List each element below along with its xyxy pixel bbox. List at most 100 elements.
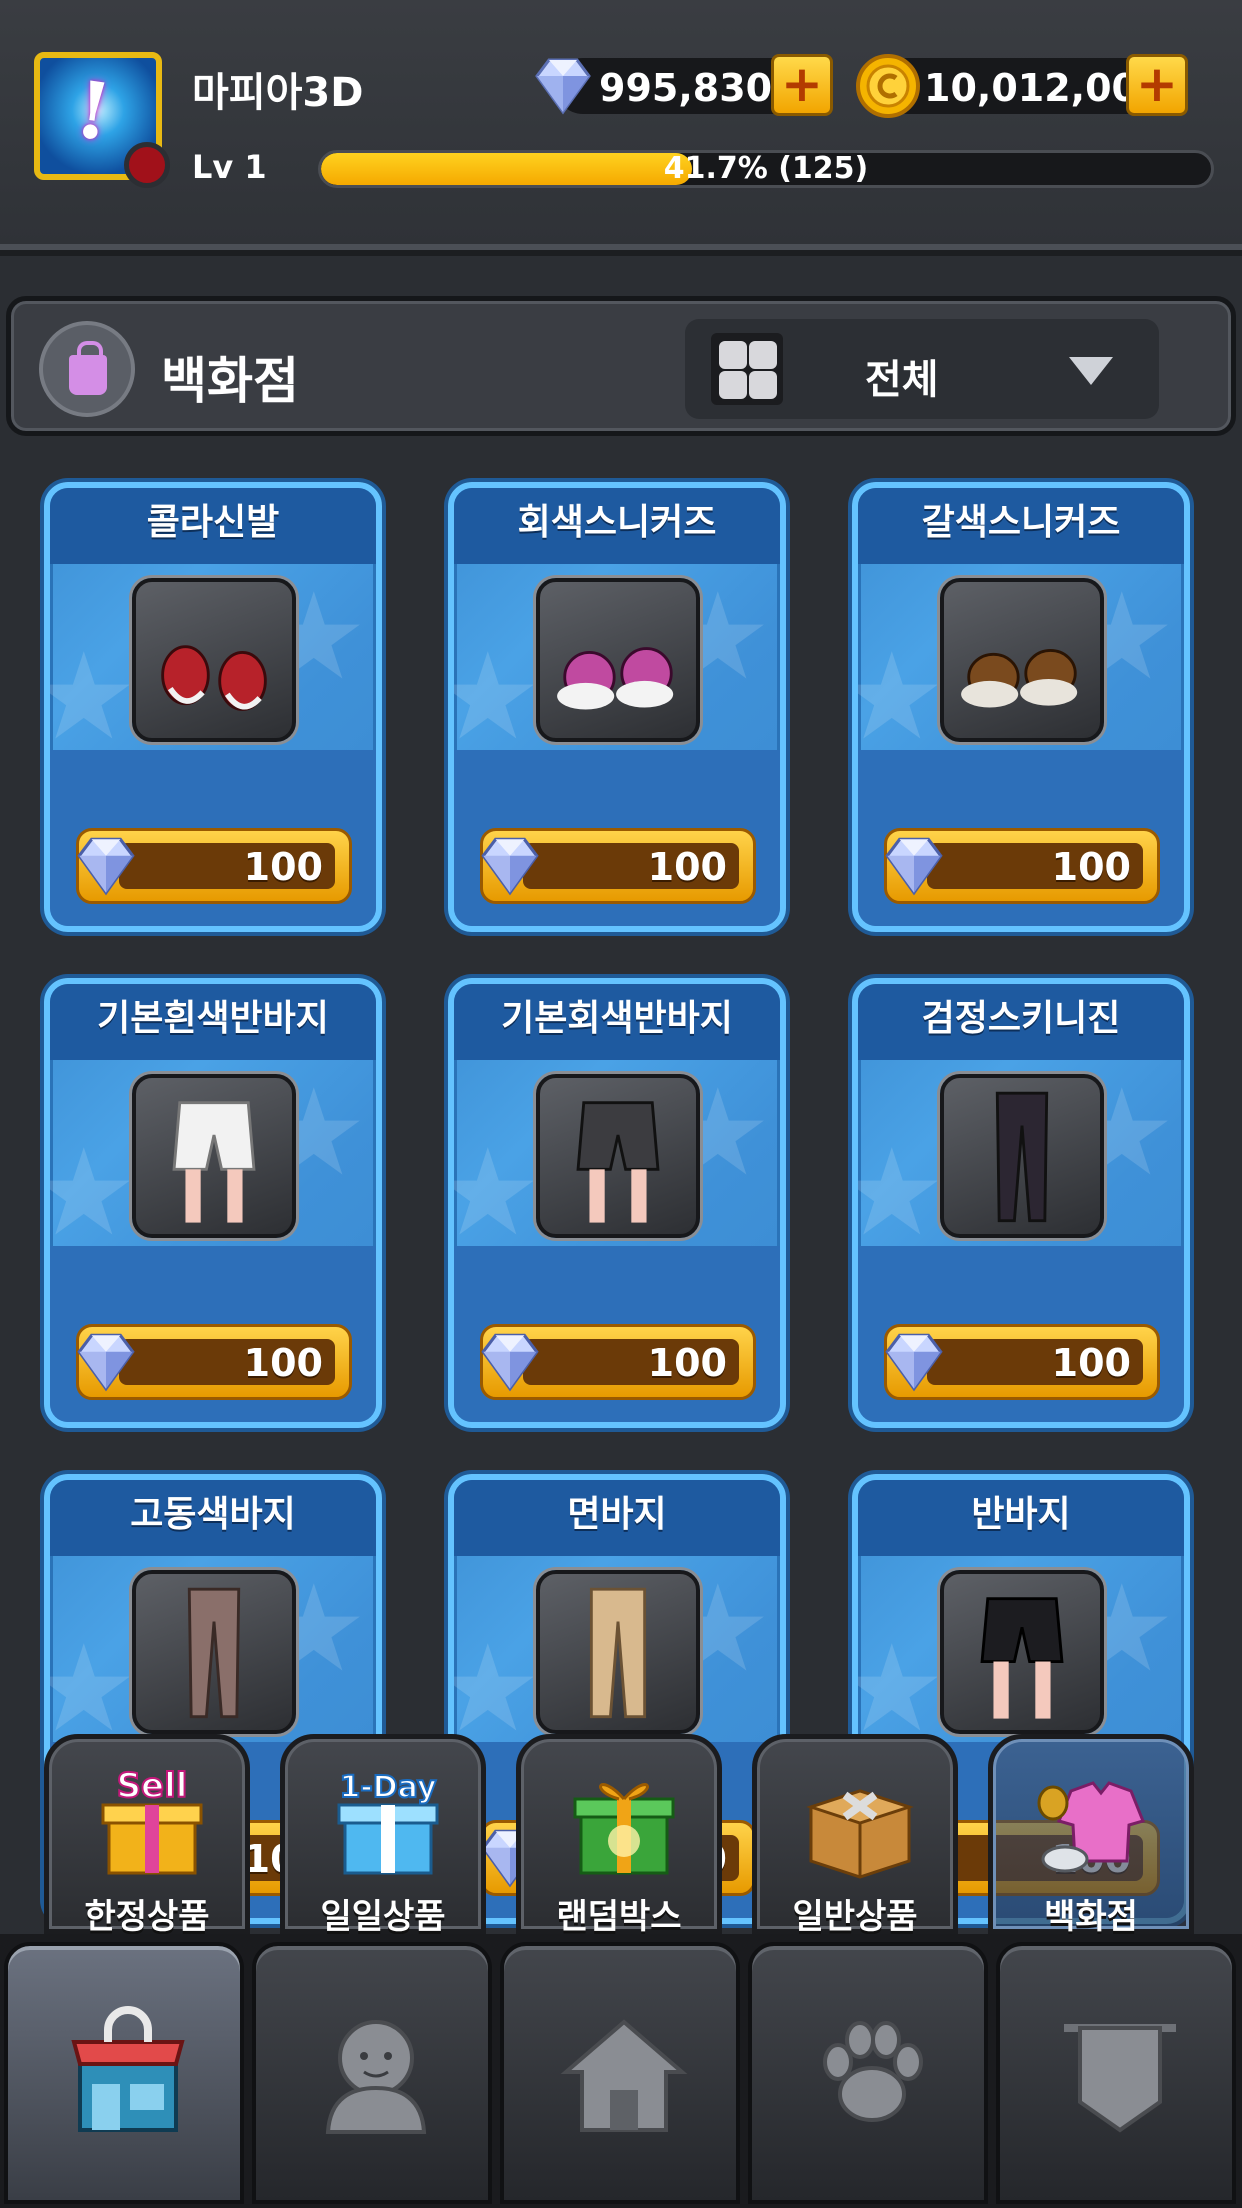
nav-tab-character[interactable] [252,1942,492,2204]
item-grid: ★ ★ 콜라신발 100 ★ ★ 회색스니커즈 100 ★ ★ 갈색스니커즈 100 ★ ★ 기본흰색반바지… [0,470,1242,1950]
exclamation-icon: ! [69,64,117,159]
guild-banner-icon [1064,2024,1176,2133]
category-label: 일반상품 [792,1897,918,1937]
category-label: 랜덤박스 [556,1897,682,1937]
item-name: 콜라신발 [50,488,376,564]
filter-selected-value: 전체 [865,357,939,403]
cardboard-box-icon [806,1789,914,1879]
item-thumbnail [940,1570,1104,1734]
random-gift-box-icon [573,1783,675,1875]
item-price: 100 [243,1341,323,1385]
star-decoration-icon: ★ [50,638,138,758]
notification-dot [124,142,170,188]
black-shorts-icon [980,1597,1064,1719]
diamond-icon [77,837,135,896]
item-name: 갈색스니커즈 [858,488,1184,564]
diamond-icon [481,837,539,896]
diamond-icon [535,58,591,115]
section-title: 백화점 [161,352,299,410]
shop-item-card[interactable]: ★★회색스니커즈100 [448,482,786,932]
star-decoration-icon: ★ [858,638,946,758]
item-name: 회색스니커즈 [454,488,780,564]
grid-view-icon [711,333,783,405]
brown-pants-icon [187,1587,241,1719]
nav-tab-shop[interactable] [4,1942,244,2204]
star-decoration-icon: ★ [50,1134,138,1254]
gem-balance: 995,830 + [535,54,833,116]
pink-sneakers-icon [557,647,674,710]
shop-item-card[interactable]: ★★기본회색반바지100 [448,978,786,1428]
star-decoration-icon: ★ [454,1630,542,1750]
item-thumbnail [940,1074,1104,1238]
category-department-store-button[interactable]: 백화점 [988,1734,1194,1937]
shop-item-card[interactable]: ★★갈색스니커즈100 [852,482,1190,932]
one-day-box-icon: 1-Day [337,1769,439,1875]
character-icon [325,2020,427,2134]
category-filter-dropdown[interactable]: 전체 [685,319,1159,419]
svg-text:Sell: Sell [117,1766,188,1806]
xp-progress-bar: 41.7% (125) [318,150,1214,188]
item-name: 반바지 [858,1480,1184,1556]
category-label: 백화점 [1044,1897,1138,1937]
bottom-navigation [0,1934,1242,2208]
item-thumbnail [536,1570,700,1734]
nav-tab-guild[interactable] [996,1942,1236,2204]
category-random-box-button[interactable]: 랜덤박스 [516,1734,722,1937]
item-price: 100 [243,845,323,889]
item-name: 면바지 [454,1480,780,1556]
shop-item-card[interactable]: ★★검정스키니진100 [852,978,1190,1428]
brown-sneakers-icon [961,649,1078,708]
category-label: 한정상품 [84,1897,210,1937]
profile-avatar[interactable]: ! [34,52,170,188]
xp-progress-text: 41.7% (125) [663,151,869,186]
shop-item-card[interactable]: ★★콜라신발100 [44,482,382,932]
black-skinny-jeans-icon [995,1091,1049,1223]
nav-tab-home[interactable] [500,1942,740,2204]
item-name: 기본회색반바지 [454,984,780,1060]
category-general-button[interactable]: 일반상품 [752,1734,958,1937]
add-gems-button[interactable]: + [771,54,833,116]
category-label: 일일상품 [320,1897,446,1937]
diamond-icon [481,1333,539,1392]
buy-price-button[interactable]: 100 [480,1324,756,1400]
star-decoration-icon: ★ [50,1630,138,1750]
white-shorts-icon [172,1101,256,1223]
buy-price-button[interactable]: 100 [76,1324,352,1400]
gray-shorts-icon [576,1101,660,1223]
diamond-icon [885,837,943,896]
add-gold-button[interactable]: + [1126,54,1188,116]
item-thumbnail [132,578,296,742]
cotton-pants-icon [589,1587,647,1719]
item-price: 100 [1051,845,1131,889]
player-level: Lv 1 [192,148,267,186]
category-daily-button[interactable]: 1-Day 일일상품 [280,1734,486,1937]
shop-icon [71,2006,185,2132]
item-thumbnail [940,578,1104,742]
nav-tab-pet[interactable] [748,1942,988,2204]
item-price: 100 [647,845,727,889]
gold-balance: 10,012,000 + [856,54,1188,118]
buy-price-button[interactable]: 100 [884,1324,1160,1400]
item-name: 기본흰색반바지 [50,984,376,1060]
player-name: 마피아3D [192,70,364,116]
category-limited-button[interactable]: Sell 한정상품 [44,1734,250,1937]
buy-price-button[interactable]: 100 [480,828,756,904]
clothes-and-shoes-icon [1037,1781,1146,1873]
chevron-down-icon [1069,357,1113,385]
gold-coin-icon [856,54,920,118]
shop-item-card[interactable]: ★★기본흰색반바지100 [44,978,382,1428]
star-decoration-icon: ★ [454,638,542,758]
pet-paw-icon [823,2021,923,2122]
star-decoration-icon: ★ [858,1630,946,1750]
home-icon [560,2019,688,2132]
buy-price-button[interactable]: 100 [76,828,352,904]
top-status-bar: ! 마피아3D Lv 1 41.7% (125) 995,830 + 10,01… [0,0,1242,250]
diamond-icon [885,1333,943,1392]
star-decoration-icon: ★ [454,1134,542,1254]
gem-amount: 995,830 [599,66,773,110]
diamond-icon [77,1333,135,1392]
buy-price-button[interactable]: 100 [884,828,1160,904]
item-thumbnail [536,1074,700,1238]
item-thumbnail [536,578,700,742]
gold-amount: 10,012,000 [924,66,1165,110]
